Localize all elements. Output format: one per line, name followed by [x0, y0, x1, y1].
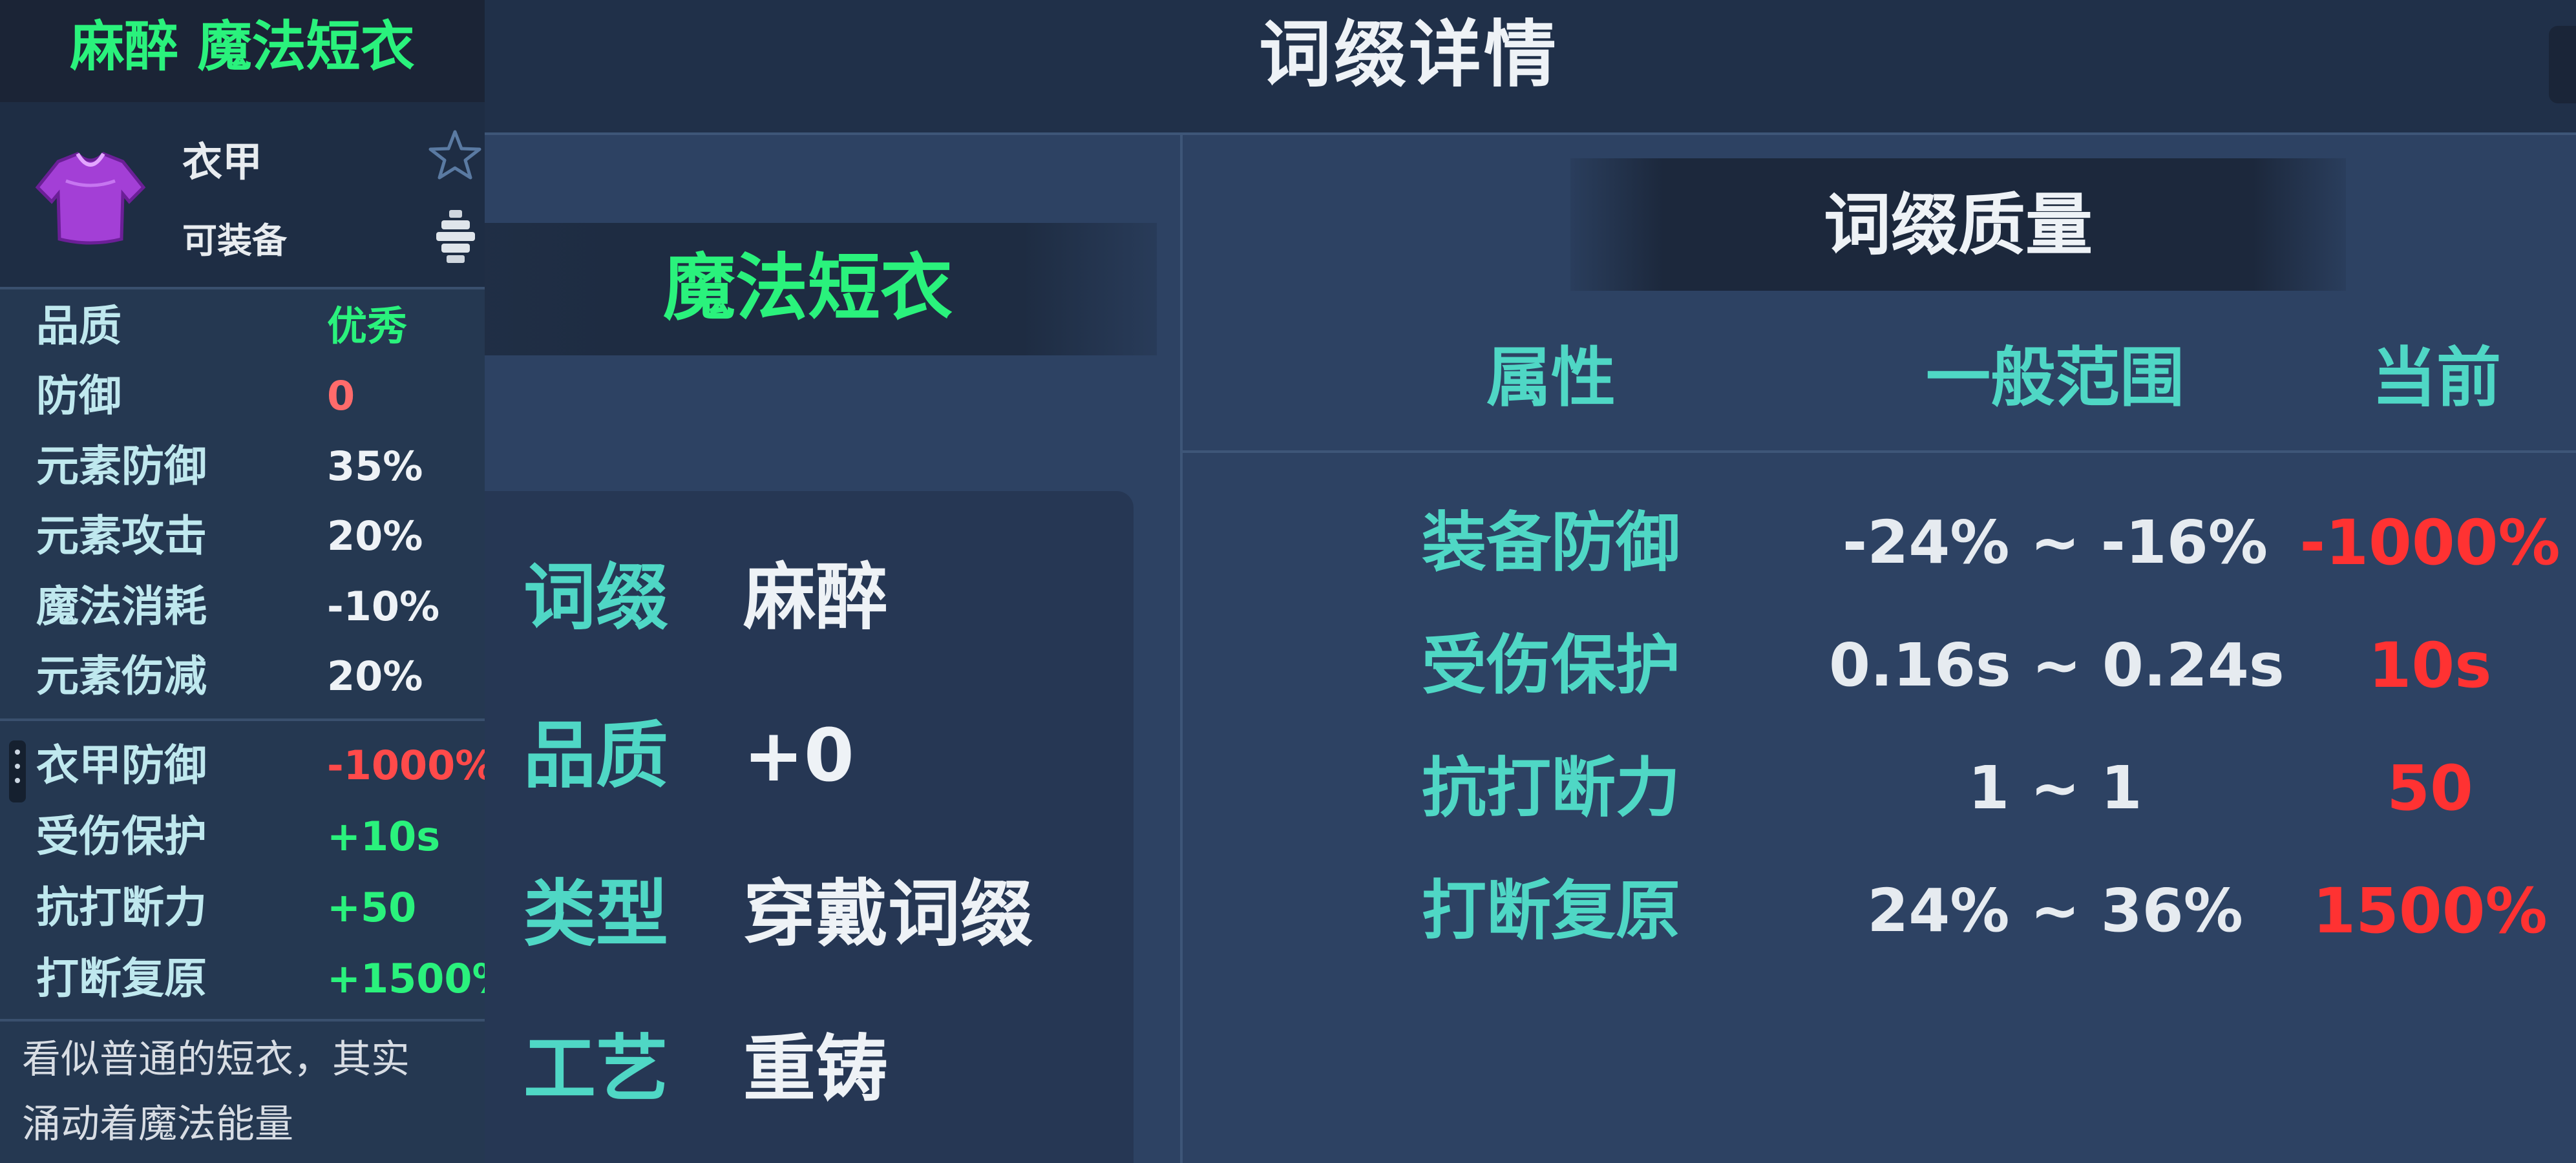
info-label: 词缀: [523, 556, 668, 640]
stat-label: 品质: [36, 301, 121, 351]
current-cell: 1500%: [2312, 875, 2548, 947]
star-icon[interactable]: [428, 128, 482, 182]
stat-value: 优秀: [327, 302, 408, 350]
stat-value: 20%: [327, 653, 423, 700]
stat-value: -10%: [327, 583, 440, 630]
affix-stat-row: 打断复原 +1500%: [36, 947, 512, 1011]
item-description: 看似普通的短衣，其实 涌动着魔法能量: [22, 1027, 474, 1157]
header-current: 当前: [2372, 340, 2501, 415]
description-line: 看似普通的短衣，其实: [22, 1037, 410, 1082]
quality-row: 打断复原 24% ~ 36% 1500%: [1183, 859, 2576, 963]
stat-value: +50: [327, 884, 417, 931]
affix-stat-row: 受伤保护 +10s: [36, 804, 476, 869]
current-cell: 50: [2387, 752, 2473, 824]
stat-row-element-defense: 元素防御 35%: [36, 434, 476, 499]
item-full-name: 麻醉 魔法短衣: [70, 15, 415, 78]
stat-value: 20%: [327, 512, 423, 560]
affix-item-name: 魔法短衣: [663, 246, 953, 330]
attribute-cell: 抗打断力: [1422, 750, 1680, 826]
info-row-craft: 工艺 重铸: [523, 1021, 1131, 1118]
tooltip-divider: [0, 287, 485, 289]
item-title-bar: 麻醉 魔法短衣: [0, 0, 485, 102]
affix-stat-row: 抗打断力 +50: [36, 875, 476, 940]
affix-stat-row: 衣甲防御 -1000%: [36, 733, 495, 798]
armor-class-icon: [436, 210, 475, 263]
stat-label: 元素伤减: [36, 651, 207, 701]
current-cell: 10s: [2368, 629, 2492, 702]
stat-value: +10s: [327, 813, 441, 860]
purple-tunic-icon: [35, 152, 146, 245]
affix-info-card: 词缀 麻醉 品质 +0 类型 穿戴词缀 工艺 重铸: [485, 491, 1134, 1163]
attribute-cell: 受伤保护: [1422, 627, 1680, 703]
stat-label: 魔法消耗: [36, 582, 207, 631]
affix-item-name-banner: 魔法短衣: [485, 223, 1157, 355]
quality-title: 词缀质量: [1823, 185, 2093, 264]
attribute-cell: 装备防御: [1422, 505, 1680, 580]
tooltip-divider: [0, 718, 485, 721]
stat-row-quality: 品质 优秀: [36, 294, 476, 359]
info-value: +0: [743, 714, 854, 798]
stat-label: 元素攻击: [36, 511, 207, 561]
stat-row-mana-cost: 魔法消耗 -10%: [36, 574, 476, 639]
info-label: 类型: [523, 872, 668, 956]
stat-label: 打断复原: [36, 954, 207, 1003]
details-header: 词缀详情: [485, 0, 2576, 135]
quality-row: 受伤保护 0.16s ~ 0.24s 10s: [1183, 614, 2576, 717]
stat-label: 衣甲防御: [36, 740, 207, 790]
stat-row-element-attack: 元素攻击 20%: [36, 504, 476, 569]
info-row-affix: 词缀 麻醉: [523, 549, 1131, 646]
item-type-label: 衣甲: [182, 138, 263, 185]
equip-status-label: 可装备: [182, 220, 287, 261]
affix-drag-handle[interactable]: [9, 740, 26, 802]
tooltip-divider: [0, 1019, 485, 1022]
header-edge-tab[interactable]: [2549, 26, 2576, 103]
attribute-cell: 打断复原: [1422, 873, 1680, 948]
stat-row-element-reduction: 元素伤减 20%: [36, 644, 476, 709]
table-header-rule: [1183, 450, 2576, 453]
info-value: 重铸: [743, 1027, 888, 1111]
current-cell: -1000%: [2299, 507, 2560, 579]
stat-value: 0: [327, 372, 355, 419]
info-value: 麻醉: [743, 556, 888, 640]
info-label: 工艺: [523, 1027, 668, 1111]
quality-row: 抗打断力 1 ~ 1 50: [1183, 737, 2576, 840]
stat-row-defense: 防御 0: [36, 364, 476, 428]
quality-title-banner: 词缀质量: [1570, 158, 2346, 291]
header-attribute: 属性: [1486, 340, 1616, 415]
item-tooltip-panel: 麻醉 魔法短衣 衣甲 可装备 品质 优秀 防御 0 元素防御 35% 元素攻击 …: [0, 0, 512, 1163]
info-label: 品质: [523, 714, 668, 798]
info-row-quality: 品质 +0: [523, 707, 1131, 804]
item-header: 衣甲 可装备: [0, 102, 485, 287]
quality-row: 装备防御 -24% ~ -16% -1000%: [1183, 491, 2576, 594]
stat-label: 抗打断力: [36, 883, 207, 932]
stat-value: -1000%: [327, 742, 496, 789]
info-row-type: 类型 穿戴词缀: [523, 866, 1131, 963]
stat-label: 元素防御: [36, 441, 207, 491]
page-title: 词缀详情: [1259, 13, 1559, 97]
description-line: 涌动着魔法能量: [22, 1102, 293, 1147]
stat-value: 35%: [327, 443, 423, 490]
info-value: 穿戴词缀: [743, 872, 1033, 956]
stat-label: 防御: [36, 371, 121, 421]
stat-label: 受伤保护: [36, 812, 207, 861]
